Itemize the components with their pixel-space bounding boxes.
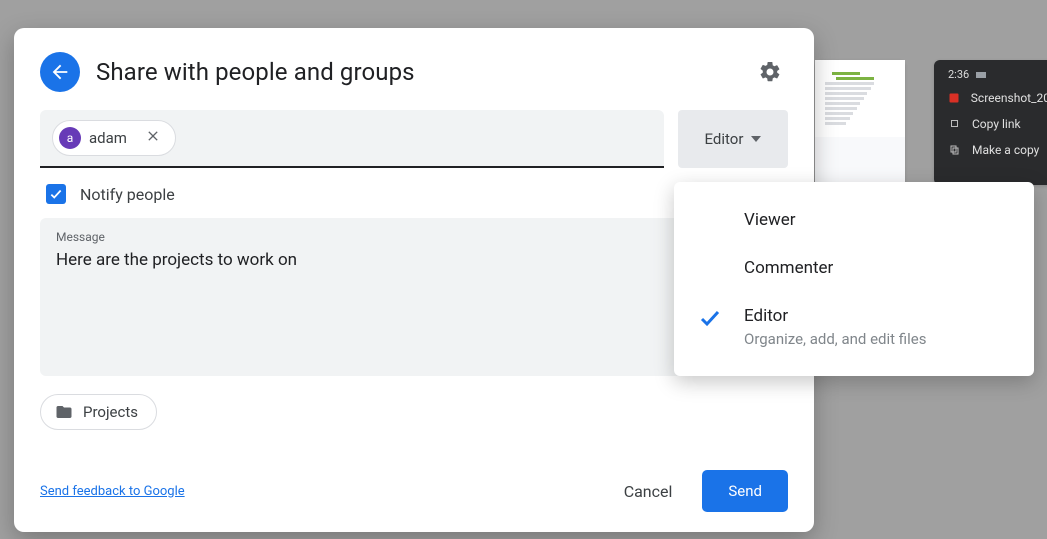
- close-icon: [145, 128, 161, 144]
- dialog-header: Share with people and groups: [40, 52, 788, 92]
- attachment-row: Projects: [40, 394, 788, 430]
- chevron-down-icon: [751, 136, 761, 142]
- bg-status-time: 2:36: [934, 60, 1047, 85]
- person-chip[interactable]: a adam: [52, 120, 176, 156]
- menu-item-editor[interactable]: Editor Organize, add, and edit files: [674, 292, 1034, 362]
- attachment-name: Projects: [83, 403, 138, 421]
- settings-button[interactable]: [752, 54, 788, 90]
- avatar: a: [59, 127, 81, 149]
- notify-label: Notify people: [80, 185, 175, 204]
- menu-item-sublabel: Organize, add, and edit files: [744, 330, 1010, 348]
- cancel-button[interactable]: Cancel: [606, 472, 691, 511]
- bg-menu-row: Copy link: [934, 111, 1047, 137]
- image-icon: [948, 91, 961, 105]
- message-label: Message: [56, 230, 772, 244]
- gear-icon: [758, 60, 782, 84]
- bg-thumbnail-card: [815, 60, 905, 200]
- menu-item-commenter[interactable]: Commenter: [674, 244, 1034, 292]
- dialog-title: Share with people and groups: [96, 58, 736, 86]
- people-input[interactable]: a adam: [40, 110, 664, 168]
- gantt-thumbnail: [815, 60, 905, 137]
- check-icon: [698, 306, 744, 330]
- menu-item-label: Commenter: [744, 258, 1010, 278]
- menu-item-viewer[interactable]: Viewer: [674, 196, 1034, 244]
- chip-name: adam: [89, 129, 127, 147]
- role-dropdown-button[interactable]: Editor: [678, 110, 788, 168]
- message-textarea[interactable]: [56, 250, 772, 290]
- menu-item-label: Editor: [744, 306, 1010, 326]
- bg-menu-row: Make a copy: [934, 137, 1047, 163]
- people-row: a adam Editor: [40, 110, 788, 168]
- role-dropdown-menu: Viewer Commenter Editor Organize, add, a…: [674, 182, 1034, 376]
- check-icon: [49, 187, 63, 201]
- folder-icon: [55, 403, 73, 421]
- role-label: Editor: [705, 130, 744, 148]
- menu-item-label: Viewer: [744, 210, 1010, 230]
- back-button[interactable]: [40, 52, 80, 92]
- dialog-footer: Send feedback to Google Cancel Send: [40, 454, 788, 512]
- notify-checkbox[interactable]: [46, 184, 66, 204]
- bg-context-menu: 2:36 Screenshot_20 Copy link Make a copy: [934, 60, 1047, 185]
- send-button[interactable]: Send: [702, 470, 788, 512]
- copy-icon: [948, 143, 962, 157]
- feedback-link[interactable]: Send feedback to Google: [40, 484, 185, 499]
- arrow-left-icon: [49, 61, 71, 83]
- bg-menu-row: Screenshot_20: [934, 85, 1047, 111]
- chip-remove-button[interactable]: [141, 128, 165, 148]
- link-icon: [948, 117, 962, 131]
- attachment-chip[interactable]: Projects: [40, 394, 157, 430]
